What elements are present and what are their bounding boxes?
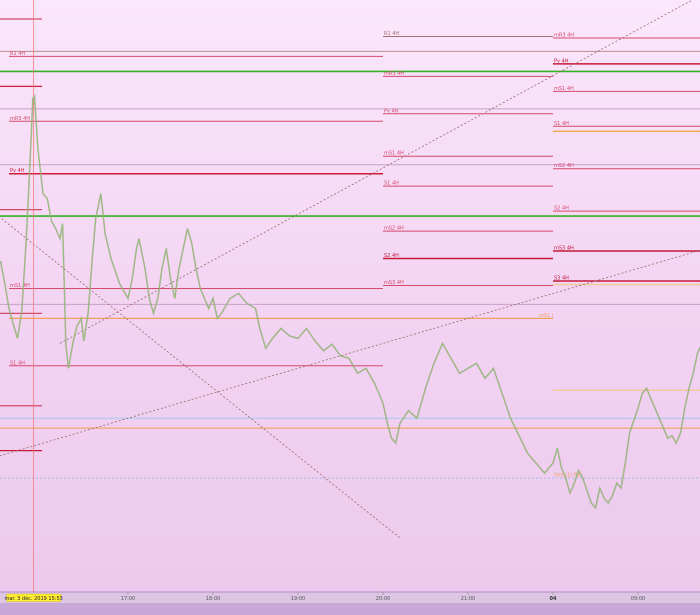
pivot-level-label: Pv 4H xyxy=(554,58,569,64)
pivot-level-label: mR3 4H xyxy=(384,71,404,77)
pivot-level-label: mR3 4H xyxy=(10,116,30,122)
pivot-level-label: S1 4H xyxy=(554,121,569,127)
pivot-level-label: R1 4H xyxy=(384,31,399,37)
pivot-level-label: S3 4H xyxy=(554,275,569,281)
x-tick-label: 19:00 xyxy=(291,596,305,602)
pivot-level-label: Pv 4H xyxy=(384,108,399,114)
pivot-level-label: mS3 4H xyxy=(554,246,574,252)
pivot-level-label: mS3 4H xyxy=(384,280,404,286)
x-tick-label: 20:00 xyxy=(376,596,390,602)
pivot-level-label: S1 4H xyxy=(10,360,25,366)
x-tick-label: 21:00 xyxy=(461,596,475,602)
chart-area[interactable]: R1 4H mR3 4H Pv 4H mS1 4H S1 4H R1 4H mR3 4H Pv… xyxy=(0,0,700,615)
chart-svg[interactable]: R1 4H mR3 4H Pv 4H mS1 4H S1 4H R1 4H mR3 4H Pv… xyxy=(0,0,700,615)
pivot-level-label: mS1 4H xyxy=(554,86,574,92)
x-tick-label: 17:00 xyxy=(121,596,135,602)
pivot-level-label: S2 4H xyxy=(384,253,399,259)
pivot-level-label: Pv 4H xyxy=(10,168,25,174)
cursor-date-label: mar. 3 déc. 2019 15:53 xyxy=(4,595,62,602)
x-tick-label: 04 xyxy=(550,596,557,602)
x-tick-label: 09:00 xyxy=(631,596,645,602)
trendline xyxy=(0,249,700,457)
pivot-level-label: mS1 4H xyxy=(10,283,30,289)
side-level-label: mS1 j xyxy=(539,313,553,319)
pivot-level-label: R1 4H xyxy=(10,51,25,57)
pivot-level-label: mS2 4H xyxy=(554,163,574,169)
pivot-level-label: mS2 4H xyxy=(384,226,404,232)
pivot-level-label: S1 4H xyxy=(384,181,399,187)
scrollbar-band xyxy=(0,603,700,615)
pivot-level-label: mS1 4H xyxy=(384,151,404,157)
x-tick-label: 18:00 xyxy=(206,596,220,602)
pivot-level-label: mR3 4H xyxy=(554,32,574,38)
pivot-level-label: S2 4H xyxy=(554,206,569,212)
